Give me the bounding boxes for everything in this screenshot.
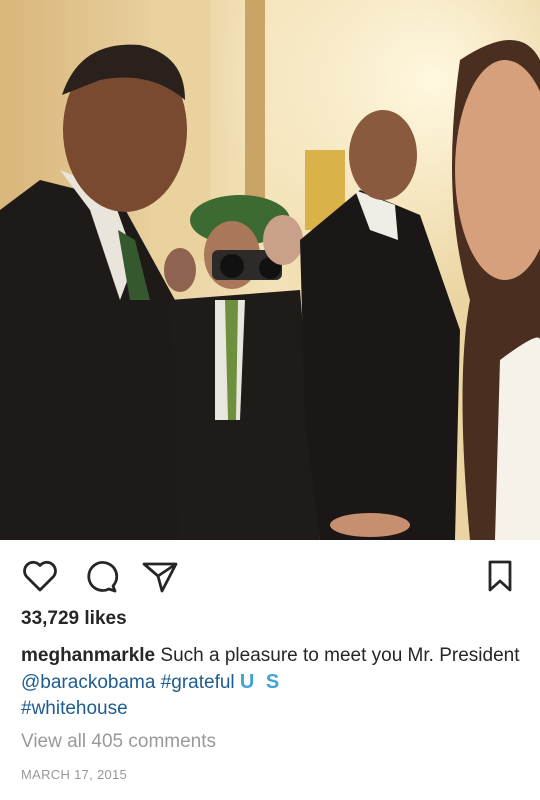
- likes-count[interactable]: 33,729 likes: [21, 608, 127, 630]
- hashtag-whitehouse[interactable]: #whitehouse: [21, 698, 128, 719]
- photo-icon: [0, 0, 540, 540]
- send-icon[interactable]: [140, 556, 180, 596]
- heart-icon[interactable]: [20, 556, 60, 596]
- action-bar: [0, 540, 540, 610]
- hashtag-grateful[interactable]: #grateful: [155, 672, 240, 693]
- flag-emoji: U S: [239, 671, 283, 693]
- caption-username[interactable]: meghanmarkle: [21, 645, 155, 666]
- bookmark-icon[interactable]: [480, 556, 520, 596]
- comment-icon[interactable]: [80, 556, 120, 596]
- caption-text: Such a pleasure to meet you Mr. Presiden…: [155, 645, 520, 666]
- mention-link[interactable]: @barackobama: [21, 672, 155, 693]
- view-comments-link[interactable]: View all 405 comments: [21, 731, 216, 753]
- post-date: MARCH 17, 2015: [21, 767, 128, 782]
- post-caption: meghanmarkle Such a pleasure to meet you…: [21, 643, 521, 722]
- post-photo[interactable]: [0, 0, 540, 540]
